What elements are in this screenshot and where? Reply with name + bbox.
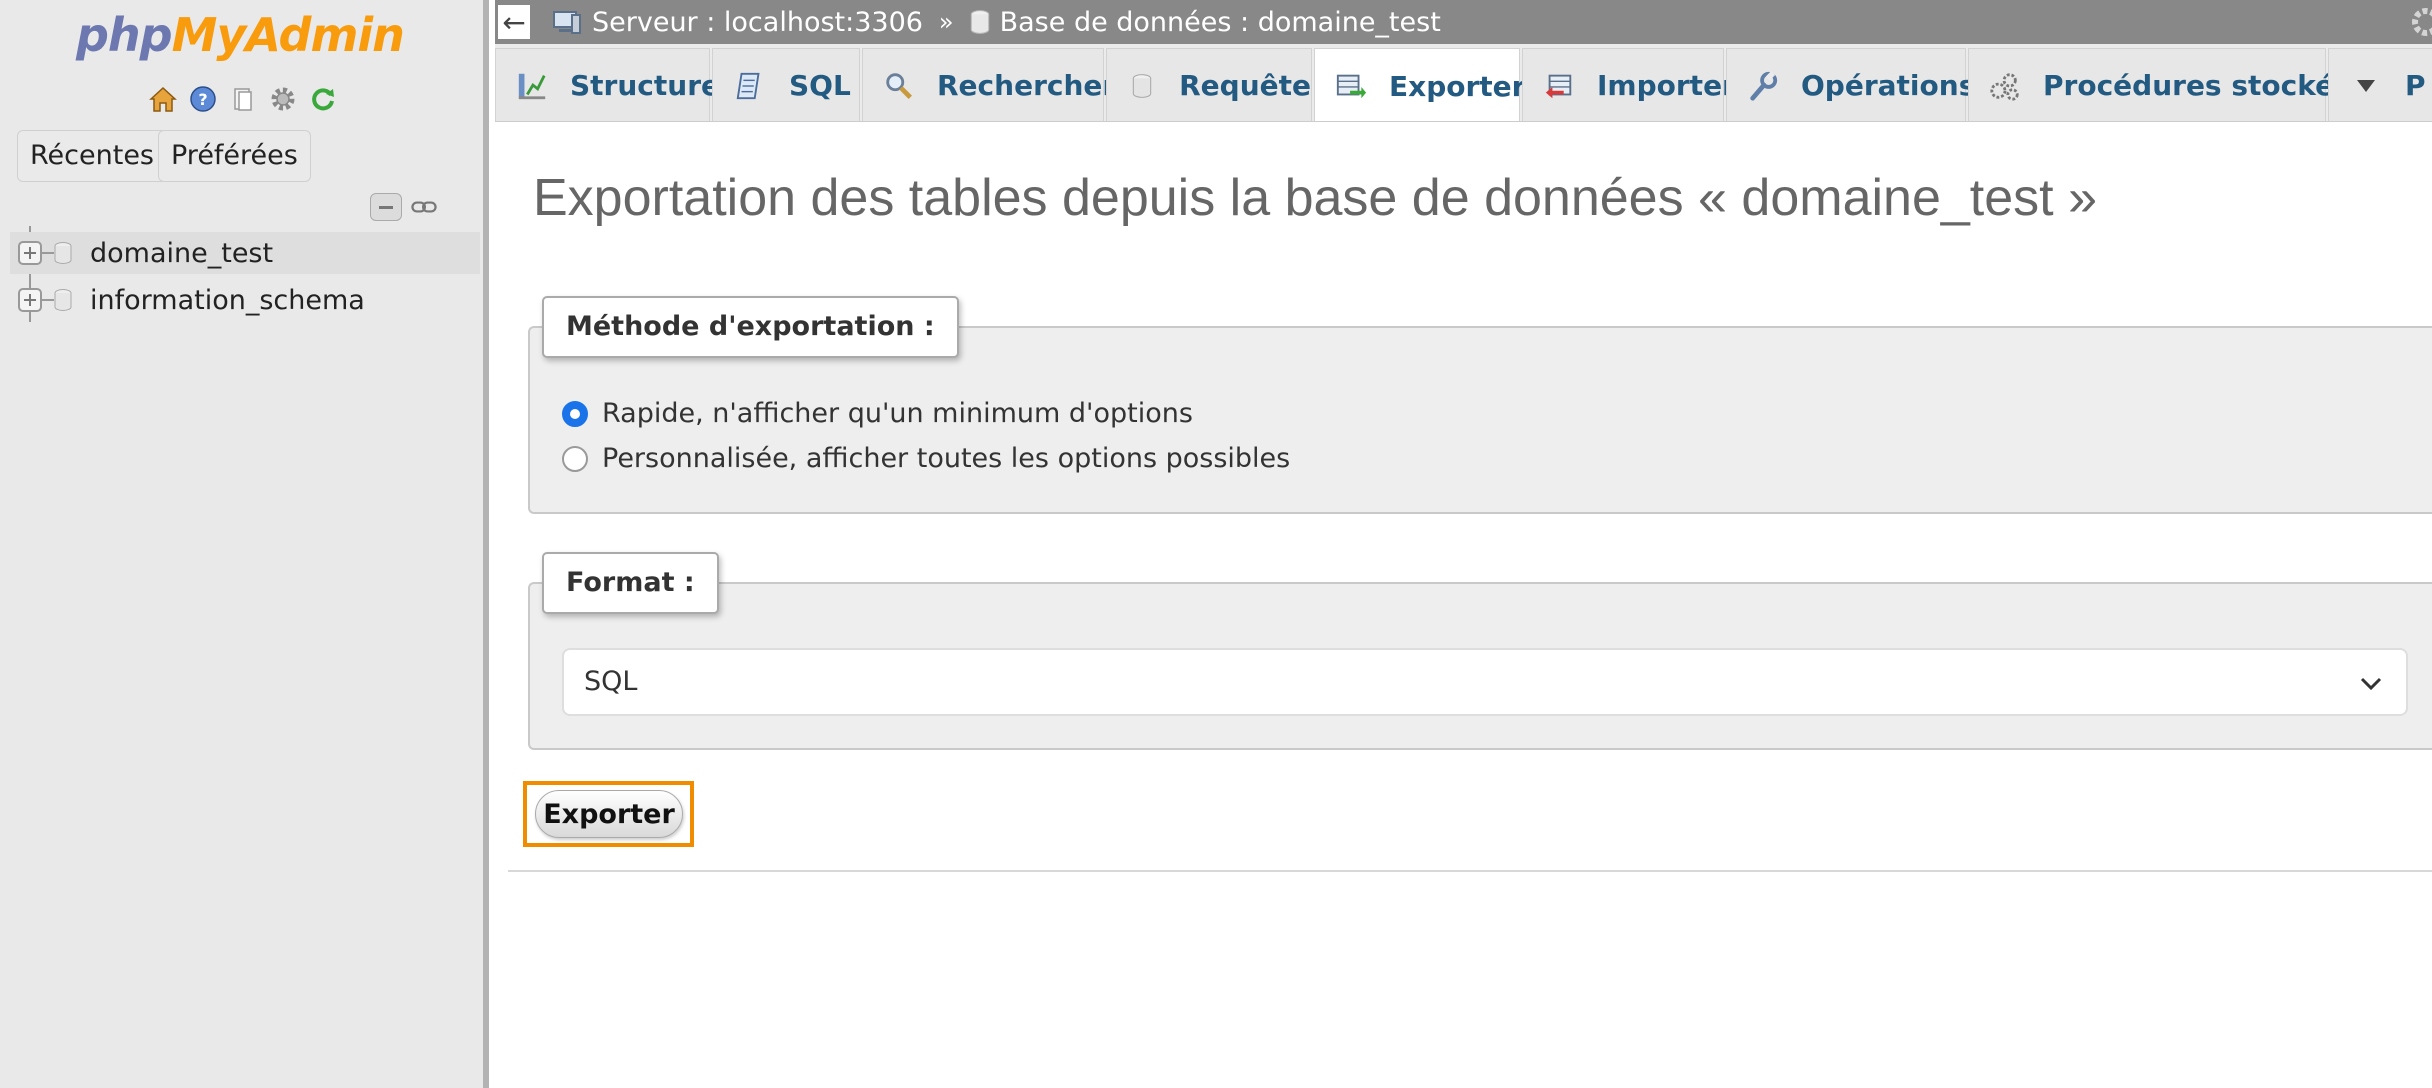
- import-icon: [1543, 69, 1575, 103]
- tab-query[interactable]: Requête: [1106, 48, 1312, 121]
- page-title: Exportation des tables depuis la base de…: [533, 169, 2097, 227]
- tab-label: Requête: [1179, 69, 1311, 102]
- routines-icon: [1989, 69, 2021, 103]
- search-icon: [883, 69, 915, 103]
- link-with-main-icon[interactable]: [408, 193, 440, 221]
- db-tree-label[interactable]: information_schema: [90, 285, 365, 316]
- tab-stored-procedures[interactable]: Procédures stockées: [1968, 48, 2370, 121]
- svg-text:?: ?: [198, 90, 207, 109]
- wrench-icon: [1747, 69, 1779, 103]
- breadcrumb-database-label: Base de données : domaine_test: [999, 6, 1441, 38]
- server-icon: [553, 11, 581, 34]
- export-method-fieldset: Méthode d'exportation : Rapide, n'affich…: [528, 296, 2432, 514]
- breadcrumb-separator: »: [938, 8, 954, 36]
- tab-label: Exporter: [1389, 69, 1526, 103]
- tab-label: P: [2405, 69, 2426, 102]
- query-icon: [1127, 69, 1157, 103]
- recent-tables-tab[interactable]: Récentes: [17, 130, 167, 182]
- export-format-fieldset: Format : SQL: [528, 552, 2432, 750]
- database-icon: [54, 242, 72, 264]
- breadcrumb: ← Serveur : localhost:3306 » Base de don…: [495, 0, 2432, 44]
- breadcrumb-database[interactable]: Base de données : domaine_test: [970, 7, 1441, 38]
- export-icon: [1335, 69, 1367, 103]
- breadcrumb-server-label: Serveur : localhost:3306: [592, 6, 923, 38]
- database-icon: [970, 10, 989, 34]
- db-tree-item[interactable]: information_schema: [10, 279, 480, 321]
- chevron-down-icon: [2360, 677, 2382, 691]
- export-button-focus-ring: Exporter: [523, 781, 694, 847]
- tab-label: Importer: [1597, 69, 1736, 102]
- db-tree-label[interactable]: domaine_test: [90, 238, 273, 269]
- favorite-tables-tab[interactable]: Préférées: [158, 130, 311, 182]
- quick-export-radio[interactable]: [562, 400, 588, 427]
- sidebar-quick-icons: ?: [146, 82, 340, 116]
- format-selected-value: SQL: [584, 666, 638, 697]
- export-button[interactable]: Exporter: [535, 790, 683, 838]
- custom-export-radio[interactable]: [562, 445, 588, 472]
- divider: [508, 870, 2432, 872]
- tab-import[interactable]: Importer: [1522, 48, 1736, 121]
- tab-search[interactable]: Rechercher: [862, 48, 1116, 121]
- logo-php: php: [76, 8, 173, 62]
- collapse-sidebar-icon[interactable]: ←: [498, 5, 530, 39]
- docs-icon[interactable]: [226, 82, 260, 116]
- main-tab-bar: Structure SQL Rechercher Requête Exporte…: [495, 44, 2432, 122]
- breadcrumb-server[interactable]: Serveur : localhost:3306: [552, 7, 923, 38]
- chevron-down-icon: [2349, 69, 2383, 103]
- export-method-legend: Méthode d'exportation :: [542, 296, 959, 358]
- home-icon[interactable]: [146, 82, 180, 116]
- tab-sql[interactable]: SQL: [712, 48, 860, 121]
- tab-structure[interactable]: Structure: [495, 48, 720, 121]
- expand-icon[interactable]: [18, 288, 42, 312]
- format-legend: Format :: [542, 552, 719, 614]
- custom-export-label: Personnalisée, afficher toutes les optio…: [602, 443, 1291, 474]
- custom-export-option[interactable]: Personnalisée, afficher toutes les optio…: [562, 443, 1290, 474]
- format-select[interactable]: SQL: [562, 648, 2408, 716]
- sql-icon: [733, 69, 767, 103]
- settings-icon[interactable]: [266, 82, 300, 116]
- tab-label: Rechercher: [937, 69, 1117, 102]
- database-icon: [54, 289, 72, 311]
- quick-export-option[interactable]: Rapide, n'afficher qu'un minimum d'optio…: [562, 398, 1193, 429]
- navigation-sidebar: phpMyAdmin ? Récentes Préférées domaine_…: [0, 0, 489, 1088]
- logo-myadmin: MyAdmin: [171, 8, 405, 62]
- tree-branch: [42, 299, 54, 301]
- db-tree-item[interactable]: domaine_test: [10, 232, 480, 274]
- tab-label: Procédures stockées: [2043, 69, 2370, 102]
- tab-label: Opérations: [1801, 69, 1976, 102]
- tab-operations[interactable]: Opérations: [1726, 48, 1975, 121]
- quick-export-label: Rapide, n'afficher qu'un minimum d'optio…: [602, 398, 1193, 429]
- expand-icon[interactable]: [18, 241, 42, 265]
- tab-more[interactable]: P: [2328, 48, 2432, 121]
- tab-label: SQL: [789, 69, 851, 102]
- collapse-all-icon[interactable]: [370, 193, 402, 221]
- tab-label: Structure: [570, 69, 721, 102]
- settings-icon[interactable]: [2396, 4, 2432, 40]
- tree-branch: [42, 252, 54, 254]
- tab-export[interactable]: Exporter: [1314, 48, 1525, 121]
- structure-icon: [516, 69, 548, 103]
- help-icon[interactable]: ?: [186, 82, 220, 116]
- reload-icon[interactable]: [306, 82, 340, 116]
- phpmyadmin-logo[interactable]: phpMyAdmin: [76, 6, 416, 64]
